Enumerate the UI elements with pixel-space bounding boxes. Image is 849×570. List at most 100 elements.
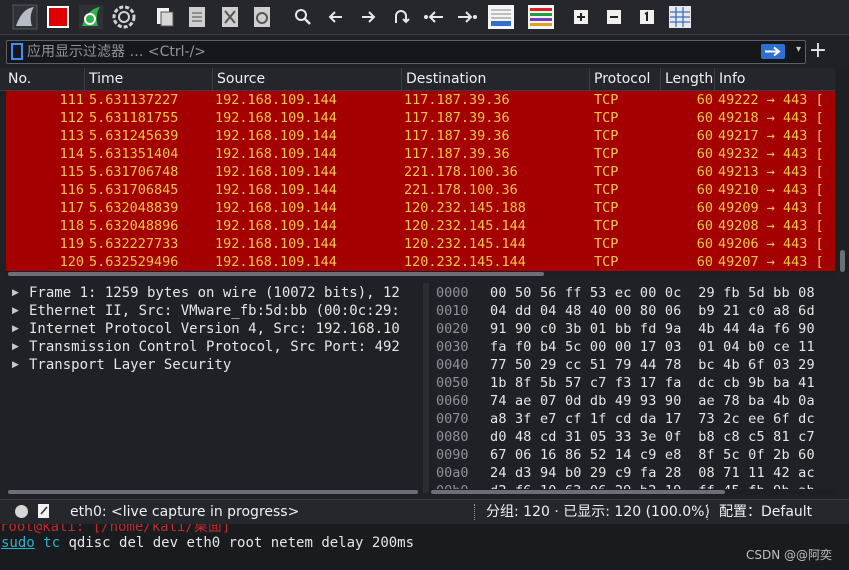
filter-history-dropdown-icon[interactable]: ▾ xyxy=(796,44,801,55)
bytes-row[interactable]: 0060 74 ae 07 0d db 49 93 90 ae 78 ba 4b … xyxy=(429,392,835,410)
colorize-icon[interactable] xyxy=(527,4,555,30)
bytes-row[interactable]: 0000 00 50 56 ff 53 ec 00 0c 29 fb 5d bb … xyxy=(429,284,835,302)
expand-arrow-icon[interactable]: ▶ xyxy=(12,338,19,356)
bytes-row[interactable]: 0050 1b 8f 5b 57 c7 f3 17 fa dc cb 9b ba … xyxy=(429,374,835,392)
packet-cell-no: 113 xyxy=(59,128,84,144)
bytes-row[interactable]: 0040 77 50 29 cc 51 79 44 78 bc 4b 6f 03 … xyxy=(429,356,835,374)
packet-row[interactable]: 111 5.631137227 192.168.109.144 117.187.39.… xyxy=(6,91,835,109)
packet-cell-time: 5.631181755 xyxy=(89,110,179,126)
apply-filter-arrow-icon[interactable] xyxy=(761,44,785,59)
packet-cell-no: 111 xyxy=(59,92,84,108)
packet-count-text: 分组: 120 · 已显示: 120 (100.0%) xyxy=(486,504,710,520)
autoscroll-icon[interactable] xyxy=(487,4,515,30)
detail-tree-item[interactable]: ▶ Transport Layer Security xyxy=(6,356,423,374)
go-back-icon[interactable] xyxy=(323,4,349,30)
bytes-horizontal-scrollbar[interactable] xyxy=(429,489,835,495)
bytes-hex: 00 50 56 ff 53 ec 00 0c 29 fb 5d bb 08 xyxy=(490,285,815,301)
packet-row[interactable]: 120 5.632529496 192.168.109.144 120.232.145… xyxy=(6,253,835,271)
zoom-in-icon[interactable] xyxy=(568,4,594,30)
packet-cell-time: 5.631706748 xyxy=(89,164,179,180)
packet-cell-no: 117 xyxy=(59,200,84,216)
packet-details-pane[interactable]: ▶ Frame 1: 1259 bytes on wire (10072 bits… xyxy=(6,283,423,489)
go-last-packet-icon[interactable] xyxy=(454,4,480,30)
packet-row[interactable]: 112 5.631181755 192.168.109.144 117.187.39.… xyxy=(6,109,835,127)
display-filter-input[interactable] xyxy=(27,42,727,62)
bytes-row[interactable]: 0070 a8 3f e7 cf 1f cd da 17 73 2c ee 6f … xyxy=(429,410,835,428)
go-forward-icon[interactable] xyxy=(355,4,381,30)
column-header-length[interactable]: Length xyxy=(661,68,715,90)
bytes-offset: 0060 xyxy=(436,393,469,409)
go-first-packet-icon[interactable] xyxy=(421,4,447,30)
go-to-packet-icon[interactable] xyxy=(388,4,414,30)
packet-list-vertical-scrollbar[interactable] xyxy=(836,68,849,272)
packet-row[interactable]: 116 5.631706845 192.168.109.144 221.178.100… xyxy=(6,181,835,199)
packet-row[interactable]: 113 5.631245639 192.168.109.144 117.187.39.… xyxy=(6,127,835,145)
close-file-icon[interactable] xyxy=(217,4,243,30)
packet-row[interactable]: 115 5.631706748 192.168.109.144 221.178.100… xyxy=(6,163,835,181)
packet-list[interactable]: 111 5.631137227 192.168.109.144 117.187.39.… xyxy=(6,91,835,271)
packet-cell-src: 192.168.109.144 xyxy=(215,128,337,144)
capture-options-gear-icon[interactable] xyxy=(111,4,137,30)
packet-cell-info: 49208 → 443 [ xyxy=(718,218,824,234)
detail-tree-label: Frame 1: 1259 bytes on wire (10072 bits)… xyxy=(29,285,400,301)
packet-row[interactable]: 118 5.632048896 192.168.109.144 120.232.145… xyxy=(6,217,835,235)
detail-tree-item[interactable]: ▶ Transmission Control Protocol, Src Port… xyxy=(6,338,423,356)
detail-tree-item[interactable]: ▶ Ethernet II, Src: VMware_fb:5d:bb (00:0… xyxy=(6,302,423,320)
bytes-row[interactable]: 0090 67 06 16 86 52 14 c9 e8 8f 5c 0f 2b … xyxy=(429,446,835,464)
reload-file-icon[interactable] xyxy=(249,4,275,30)
scrollbar-thumb[interactable] xyxy=(8,272,544,276)
details-horizontal-scrollbar[interactable] xyxy=(6,489,423,495)
packet-cell-proto: TCP xyxy=(594,254,619,270)
find-packet-icon[interactable] xyxy=(290,4,316,30)
zoom-out-icon[interactable] xyxy=(601,4,627,30)
column-header-source[interactable]: Source xyxy=(213,68,402,90)
packet-cell-no: 120 xyxy=(59,254,84,270)
scrollbar-thumb[interactable] xyxy=(431,490,725,494)
column-header-info[interactable]: Info xyxy=(715,68,835,90)
normal-size-icon[interactable] xyxy=(634,4,660,30)
packet-cell-len: 60 xyxy=(696,164,713,180)
bytes-row[interactable]: 0080 d0 48 cd 31 05 33 3e 0f b8 c8 c5 81 … xyxy=(429,428,835,446)
capture-comment-icon[interactable] xyxy=(37,503,51,519)
packet-row[interactable]: 117 5.632048839 192.168.109.144 120.232.145… xyxy=(6,199,835,217)
bookmark-icon[interactable] xyxy=(11,43,23,60)
packet-row[interactable]: 114 5.631351404 192.168.109.144 117.187.39.… xyxy=(6,145,835,163)
column-header-time[interactable]: Time xyxy=(85,68,213,90)
bytes-row[interactable]: 0010 04 dd 04 48 40 00 80 06 b9 21 c0 a8 … xyxy=(429,302,835,320)
packet-cell-src: 192.168.109.144 xyxy=(215,218,337,234)
restart-capture-icon[interactable] xyxy=(78,4,104,30)
stop-capture-icon[interactable] xyxy=(45,4,71,30)
packet-list-horizontal-scrollbar[interactable] xyxy=(6,271,835,277)
packet-bytes-pane[interactable]: 0000 00 50 56 ff 53 ec 00 0c 29 fb 5d bb … xyxy=(429,283,835,489)
expand-arrow-icon[interactable]: ▶ xyxy=(12,320,19,338)
bytes-row[interactable]: 0020 91 90 c0 3b 01 bb fd 9a 4b 44 4a f6 … xyxy=(429,320,835,338)
column-header-no[interactable]: No. xyxy=(4,68,85,90)
bytes-offset: 0010 xyxy=(436,303,469,319)
detail-tree-item[interactable]: ▶ Internet Protocol Version 4, Src: 192.1… xyxy=(6,320,423,338)
packet-cell-info: 49218 → 443 [ xyxy=(718,110,824,126)
profile-text[interactable]: 配置：Default xyxy=(719,500,812,524)
bytes-row[interactable]: 00a0 24 d3 94 b0 29 c9 fa 28 08 71 11 42 … xyxy=(429,464,835,482)
expand-arrow-icon[interactable]: ▶ xyxy=(12,356,19,374)
bytes-row[interactable]: 00b0 d2 f6 10 63 06 29 b2 19 ff 45 fb 9b … xyxy=(429,482,835,489)
add-filter-button[interactable]: + xyxy=(808,38,828,64)
save-file-icon[interactable] xyxy=(184,4,210,30)
packet-cell-src: 192.168.109.144 xyxy=(215,164,337,180)
detail-tree-item[interactable]: ▶ Frame 1: 1259 bytes on wire (10072 bits… xyxy=(6,284,423,302)
bytes-row[interactable]: 0030 fa f0 b4 5c 00 00 17 03 01 04 b0 ce … xyxy=(429,338,835,356)
scrollbar-thumb[interactable] xyxy=(840,250,845,272)
shark-fin-start-icon[interactable] xyxy=(12,4,38,30)
scrollbar-thumb[interactable] xyxy=(8,490,418,494)
resize-columns-icon[interactable] xyxy=(667,4,693,30)
column-header-protocol[interactable]: Protocol xyxy=(590,68,661,90)
expand-arrow-icon[interactable]: ▶ xyxy=(12,302,19,320)
packet-cell-time: 5.632048839 xyxy=(89,200,179,216)
column-header-destination[interactable]: Destination xyxy=(402,68,590,90)
open-file-icon[interactable] xyxy=(152,4,178,30)
bytes-hex: d0 48 cd 31 05 33 3e 0f b8 c8 c5 81 c7 xyxy=(490,429,815,445)
packet-row[interactable]: 119 5.632227733 192.168.109.144 120.232.145… xyxy=(6,235,835,253)
packet-cell-src: 192.168.109.144 xyxy=(215,236,337,252)
packet-cell-info: 49210 → 443 [ xyxy=(718,182,824,198)
expand-arrow-icon[interactable]: ▶ xyxy=(12,284,19,302)
packet-cell-dst: 120.232.145.144 xyxy=(404,236,526,252)
